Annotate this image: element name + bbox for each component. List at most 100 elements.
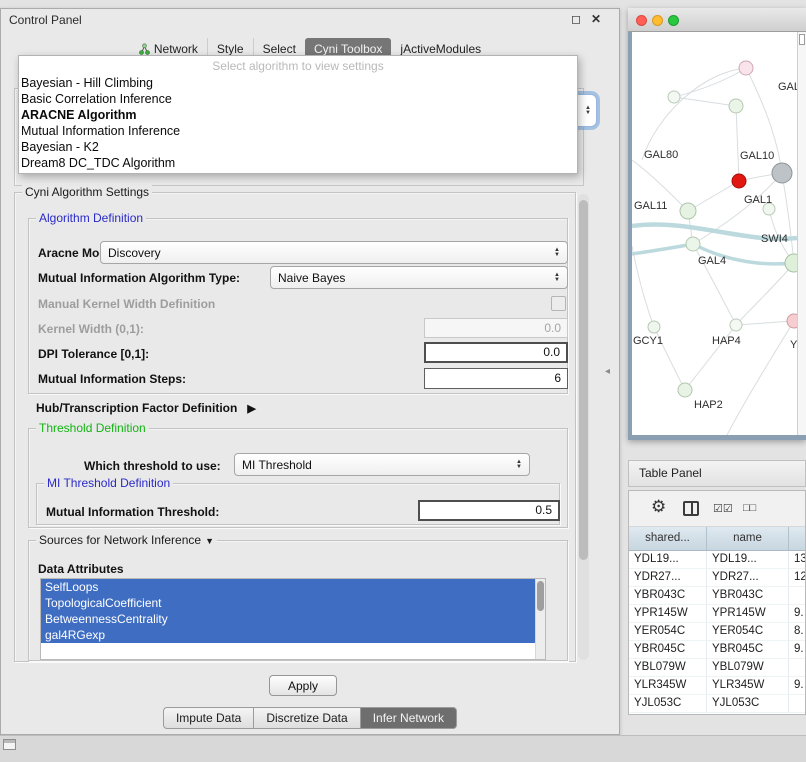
table-cell[interactable]: YDL19... [707,551,789,569]
algorithm-option-dream8-dc-tdc-algorithm[interactable]: Dream8 DC_TDC Algorithm [19,155,577,171]
minimized-window-icon[interactable] [3,739,16,750]
mi-steps-input[interactable]: 6 [424,368,568,389]
table-cell[interactable]: YER054C [629,623,707,641]
algorithm-option-basic-correlation-inference[interactable]: Basic Correlation Inference [19,91,577,107]
attribute-topologicalcoefficient[interactable]: TopologicalCoefficient [41,595,545,611]
table-cell[interactable]: YJL053C [629,695,707,713]
table-cell[interactable]: YBR045C [629,641,707,659]
mi-threshold-label: Mutual Information Threshold: [46,505,219,519]
table-cell[interactable]: 9. [789,677,806,695]
network-window-titlebar[interactable] [628,8,806,32]
table-row[interactable]: YBR043CYBR043C [629,587,806,605]
algorithm-option-mutual-information-inference[interactable]: Mutual Information Inference [19,123,577,139]
table-cell[interactable] [789,587,806,605]
scrollbar-thumb[interactable] [579,200,588,560]
which-threshold-label: Which threshold to use: [84,459,221,473]
bottom-tab-infer-network[interactable]: Infer Network [361,707,457,729]
table-cell[interactable]: YLR345W [707,677,789,695]
table-panel-window: ⚙ ☑☑ □□ shared...name YDL19...YDL19...13… [628,490,806,715]
gear-icon[interactable]: ⚙ [651,497,666,517]
zoom-traffic-light-icon[interactable] [668,15,679,26]
combo-arrows-icon: ▲▼ [585,106,591,116]
kernel-width-input[interactable]: 0.0 [424,318,568,338]
attribute-gal4rgexp[interactable]: gal4RGexp [41,627,545,643]
threshold-definition-title: Threshold Definition [36,421,149,435]
table-row[interactable]: YDL19...YDL19...13 [629,551,806,569]
table-cell[interactable]: YJL053C [707,695,789,713]
table-cell[interactable]: YLR345W [629,677,707,695]
table-cell[interactable]: YBL079W [629,659,707,677]
table-row[interactable]: YER054CYER054C8. [629,623,806,641]
close-traffic-light-icon[interactable] [636,15,647,26]
table-row[interactable]: YJL053CYJL053C [629,695,806,713]
data-attributes-label: Data Attributes [38,562,124,576]
node-label-swi4: SWI4 [761,233,788,245]
column-header-shared[interactable]: shared... [629,527,707,551]
restore-icon[interactable]: ◻ [571,12,581,26]
unchecked-boxes-icon[interactable]: □□ [743,502,756,514]
algorithm-option-bayesian-hill-climbing[interactable]: Bayesian - Hill Climbing [19,75,577,91]
aracne-mode-select[interactable]: Discovery ▲▼ [100,241,568,264]
bottom-tab-discretize-data[interactable]: Discretize Data [254,707,360,729]
scrollbar-thumb[interactable] [537,581,544,611]
mi-steps-label: Mutual Information Steps: [38,372,186,386]
table-row[interactable]: YBR045CYBR045C9. [629,641,806,659]
attributes-scrollbar[interactable] [535,579,545,659]
bottom-tab-impute-data[interactable]: Impute Data [163,707,254,729]
mi-type-select[interactable]: Naive Bayes ▲▼ [270,266,568,289]
manual-kernel-checkbox[interactable] [551,296,566,311]
table-cell[interactable]: 8. [789,623,806,641]
algorithm-definition-title: Algorithm Definition [36,211,146,225]
table-cell[interactable]: YBR043C [707,587,789,605]
data-attributes-list[interactable]: SelfLoopsTopologicalCoefficientBetweenne… [40,578,546,660]
algorithm-option-bayesian-k2[interactable]: Bayesian - K2 [19,139,577,155]
table-cell[interactable]: 9. [789,605,806,623]
table-cell[interactable]: YDR27... [707,569,789,587]
which-threshold-value: MI Threshold [242,458,312,472]
minimize-traffic-light-icon[interactable] [652,15,663,26]
network-canvas[interactable]: GAL8GAL80GAL10GAL11GAL1SWI4GAL4GCY1HAP4Y… [632,32,806,435]
settings-scrollbar[interactable] [578,194,589,660]
table-row[interactable]: YDR27...YDR27...12 [629,569,806,587]
table-cell[interactable]: 12 [789,569,806,587]
table-cell[interactable]: 9. [789,641,806,659]
close-icon[interactable]: ✕ [591,12,601,26]
table-cell[interactable]: YPR145W [629,605,707,623]
table-cell[interactable]: YDR27... [629,569,707,587]
node-label-hap4: HAP4 [712,335,741,347]
attribute-selfloops[interactable]: SelfLoops [41,579,545,595]
network-scrollbar[interactable] [797,32,806,435]
table-cell[interactable]: YDL19... [629,551,707,569]
table-cell[interactable]: YBL079W [707,659,789,677]
table-cell[interactable] [789,659,806,677]
checked-boxes-icon[interactable]: ☑☑ [713,502,733,515]
table-cell[interactable]: YBR043C [629,587,707,605]
attribute-betweennesscentrality[interactable]: BetweennessCentrality [41,611,545,627]
collapsed-arrow-icon: ▶ [247,403,255,415]
mi-threshold-input[interactable]: 0.5 [418,500,560,521]
table-cell[interactable]: YBR045C [707,641,789,659]
column-header-col2[interactable] [789,527,806,551]
combo-arrows-icon: ▲▼ [554,273,560,283]
scrollbar-button[interactable] [799,34,805,45]
table-cell[interactable]: YPR145W [707,605,789,623]
dpi-tolerance-input[interactable]: 0.0 [424,342,568,363]
which-threshold-select[interactable]: MI Threshold ▲▼ [234,453,530,476]
table-row[interactable]: YPR145WYPR145W9. [629,605,806,623]
table-columns-icon[interactable] [683,501,699,516]
table-cell[interactable]: YER054C [707,623,789,641]
hub-section-toggle[interactable]: Hub/Transcription Factor Definition▶ [36,401,256,415]
column-header-name[interactable]: name [707,527,789,551]
table-cell[interactable]: 13 [789,551,806,569]
table-toolbar: ⚙ ☑☑ □□ [629,491,805,527]
table-cell[interactable] [789,695,806,713]
algorithm-option-aracne-algorithm[interactable]: ARACNE Algorithm [19,107,577,123]
table-row[interactable]: YLR345WYLR345W9. [629,677,806,695]
panel-splitter-arrow[interactable]: ◂ [605,366,610,377]
table-row[interactable]: YBL079WYBL079W [629,659,806,677]
kernel-width-label: Kernel Width (0,1): [38,322,144,336]
apply-button[interactable]: Apply [269,675,337,696]
algorithm-dropdown-popup: Select algorithm to view settings Bayesi… [18,55,578,174]
sources-group-title[interactable]: Sources for Network Inference▼ [36,533,217,547]
taskbar [0,735,806,762]
